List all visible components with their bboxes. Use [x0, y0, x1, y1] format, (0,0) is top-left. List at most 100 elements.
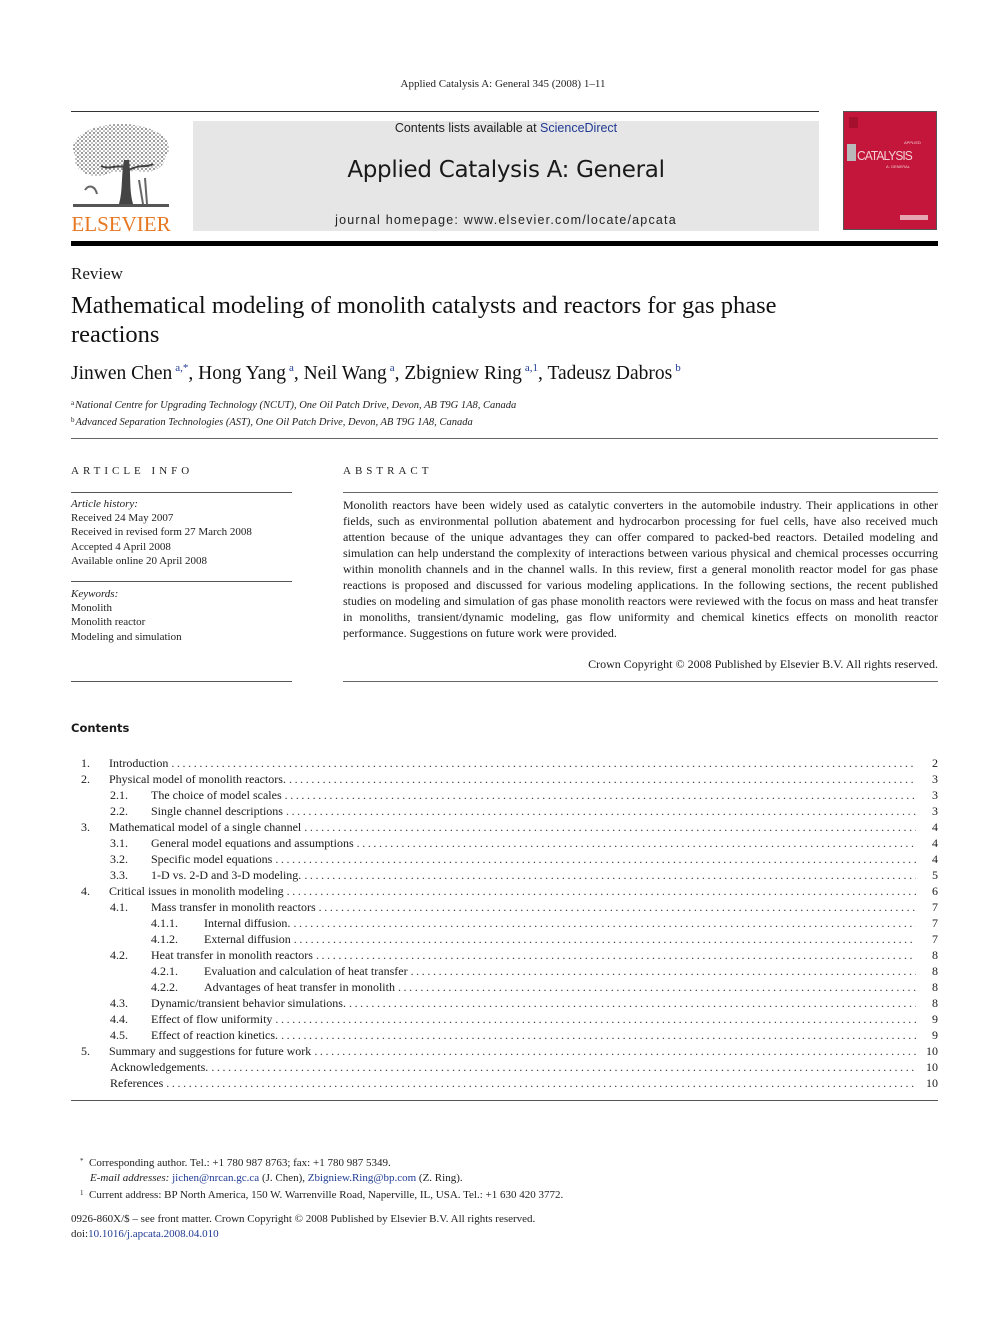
toc-leader: Critical issues in monolith modeling....…: [109, 883, 916, 899]
toc-number: 4.1.: [110, 900, 128, 914]
toc-page-number: 3: [932, 788, 938, 802]
author[interactable]: Zbigniew Ring: [404, 363, 522, 384]
toc-title-link[interactable]: References: [110, 1075, 167, 1091]
author[interactable]: Tadeusz Dabros: [547, 363, 672, 384]
toc-entry[interactable]: 4.5. Effect of reaction kinetics.........…: [71, 1027, 938, 1043]
toc-dot-leader: ........................................…: [314, 1044, 916, 1058]
toc-entry[interactable]: 4.4. Effect of flow uniformity...........…: [71, 1011, 938, 1027]
toc-entry[interactable]: 2. Physical model of monolith reactors...…: [71, 771, 938, 787]
toc-number: 4.2.: [110, 948, 128, 962]
masthead-rule: [71, 241, 938, 246]
email-link[interactable]: jichen@nrcan.gc.ca: [172, 1172, 259, 1184]
toc-title-link[interactable]: Introduction: [109, 755, 172, 771]
keyword[interactable]: Modeling and simulation: [71, 630, 182, 644]
article-info-rule: [71, 492, 292, 493]
toc-page-number: 6: [932, 884, 938, 898]
toc-entry[interactable]: 4.3. Dynamic/transient behavior simulatio…: [71, 995, 938, 1011]
toc-entry[interactable]: 4.1. Mass transfer in monolith reactors..…: [71, 899, 938, 915]
toc-title-link[interactable]: Acknowledgements.: [110, 1059, 212, 1075]
abstract-text: Monolith reactors have been widely used …: [343, 498, 938, 640]
keyword[interactable]: Monolith reactor: [71, 615, 182, 629]
toc-number: 4.4.: [110, 1012, 128, 1026]
toc-entry[interactable]: 4.2.1. Evaluation and calculation of heat…: [71, 963, 938, 979]
toc-page-number: 9: [932, 1012, 938, 1026]
author[interactable]: Jinwen Chen: [71, 363, 172, 384]
cover-image-strip: [847, 144, 856, 161]
toc-number: 3.2.: [110, 852, 128, 866]
toc-entry[interactable]: 3.3. 1-D vs. 2-D and 3-D modeling........…: [71, 867, 938, 883]
toc-number: 2.2.: [110, 804, 128, 818]
affiliations: aNational Centre for Upgrading Technolog…: [71, 396, 516, 430]
author[interactable]: Hong Yang: [198, 363, 286, 384]
toc-dot-leader: ........................................…: [281, 1028, 916, 1042]
toc-entry[interactable]: 4.1.1. Internal diffusion................…: [71, 915, 938, 931]
toc-title-link[interactable]: Mass transfer in monolith reactors: [151, 899, 319, 915]
sciencedirect-link[interactable]: ScienceDirect: [540, 121, 617, 135]
toc-title-link[interactable]: The choice of model scales: [151, 787, 285, 803]
toc-leader: Mathematical model of a single channel..…: [109, 819, 916, 835]
toc-title-link[interactable]: Advantages of heat transfer in monolith: [204, 979, 398, 995]
footnote-corresponding: * Corresponding author. Tel.: +1 780 987…: [80, 1154, 563, 1171]
toc-page-number: 4: [932, 852, 938, 866]
email-link[interactable]: Zbigniew.Ring@bp.com: [308, 1172, 416, 1184]
footnotes: * Corresponding author. Tel.: +1 780 987…: [80, 1154, 563, 1203]
toc-leader: General model equations and assumptions.…: [151, 835, 916, 851]
article-info-rule: [71, 581, 292, 582]
toc-title-link[interactable]: Heat transfer in monolith reactors: [151, 947, 316, 963]
author[interactable]: Neil Wang: [304, 363, 387, 384]
author-superscript[interactable]: a,*: [175, 362, 188, 374]
elsevier-logo[interactable]: ELSEVIER: [69, 120, 173, 236]
cover-subtitle: A: GENERAL: [886, 164, 911, 169]
toc-page-number: 8: [932, 980, 938, 994]
author-superscript[interactable]: b: [675, 362, 681, 374]
toc-entry[interactable]: 1. Introduction..........................…: [71, 755, 938, 771]
doi-prefix: doi:: [71, 1228, 89, 1240]
toc-entry[interactable]: 3.2. Specific model equations............…: [71, 851, 938, 867]
toc-page-number: 2: [932, 756, 938, 770]
article-history: Article history: Received 24 May 2007 Re…: [71, 497, 252, 568]
toc-entry[interactable]: 5. Summary and suggestions for future wor…: [71, 1043, 938, 1059]
toc-entry[interactable]: 4.2.2. Advantages of heat transfer in mon…: [71, 979, 938, 995]
abstract-rule: [343, 492, 938, 493]
toc-title-link[interactable]: External diffusion: [204, 931, 294, 947]
author-superscript[interactable]: a: [390, 362, 395, 374]
keyword[interactable]: Monolith: [71, 601, 182, 615]
journal-cover-thumbnail[interactable]: APPLIED CATALYSIS A: GENERAL: [843, 111, 937, 230]
toc-number: 4.1.2.: [151, 932, 178, 946]
toc-title-link[interactable]: Summary and suggestions for future work: [109, 1043, 315, 1059]
toc-entry[interactable]: References..............................…: [71, 1075, 938, 1091]
toc-title-link[interactable]: Single channel descriptions: [151, 803, 286, 819]
toc-entry[interactable]: Acknowledgements........................…: [71, 1059, 938, 1075]
toc-title-link[interactable]: General model equations and assumptions: [151, 835, 357, 851]
toc-title-link[interactable]: Effect of flow uniformity: [151, 1011, 276, 1027]
toc-entry[interactable]: 4. Critical issues in monolith modeling..…: [71, 883, 938, 899]
doi-link[interactable]: 10.1016/j.apcata.2008.04.010: [88, 1228, 218, 1240]
toc-leader: Summary and suggestions for future work.…: [109, 1043, 916, 1059]
toc-entry[interactable]: 4.2. Heat transfer in monolith reactors..…: [71, 947, 938, 963]
author-superscript[interactable]: a: [289, 362, 294, 374]
footnote-text: Current address: BP North America, 150 W…: [89, 1189, 564, 1201]
toc-entry[interactable]: 2.2. Single channel descriptions.........…: [71, 803, 938, 819]
toc-title-link[interactable]: Evaluation and calculation of heat trans…: [204, 963, 411, 979]
article-info-rule: [71, 681, 292, 682]
toc-title-link[interactable]: 1-D vs. 2-D and 3-D modeling.: [151, 867, 305, 883]
toc-title-link[interactable]: Internal diffusion.: [204, 915, 294, 931]
toc-entry[interactable]: 3. Mathematical model of a single channel…: [71, 819, 938, 835]
toc-title-link[interactable]: Effect of reaction kinetics.: [151, 1027, 282, 1043]
toc-title-link[interactable]: Physical model of monolith reactors.: [109, 771, 289, 787]
toc-page-number: 7: [932, 916, 938, 930]
toc-dot-leader: ........................................…: [286, 884, 916, 898]
toc-dot-leader: ........................................…: [211, 1060, 916, 1074]
journal-homepage-link[interactable]: journal homepage: www.elsevier.com/locat…: [193, 213, 819, 227]
toc-title-link[interactable]: Dynamic/transient behavior simulations.: [151, 995, 349, 1011]
toc-title-link[interactable]: Critical issues in monolith modeling: [109, 883, 287, 899]
contents-availability: Contents lists available at ScienceDirec…: [193, 121, 819, 135]
toc-page-number: 8: [932, 996, 938, 1010]
toc-title-link[interactable]: Specific model equations: [151, 851, 276, 867]
toc-entry[interactable]: 4.1.2. External diffusion................…: [71, 931, 938, 947]
toc-entry[interactable]: 3.1. General model equations and assumpti…: [71, 835, 938, 851]
author-superscript[interactable]: a,1: [525, 362, 538, 374]
toc-leader: The choice of model scales..............…: [151, 787, 916, 803]
toc-title-link[interactable]: Mathematical model of a single channel: [109, 819, 305, 835]
toc-entry[interactable]: 2.1. The choice of model scales..........…: [71, 787, 938, 803]
